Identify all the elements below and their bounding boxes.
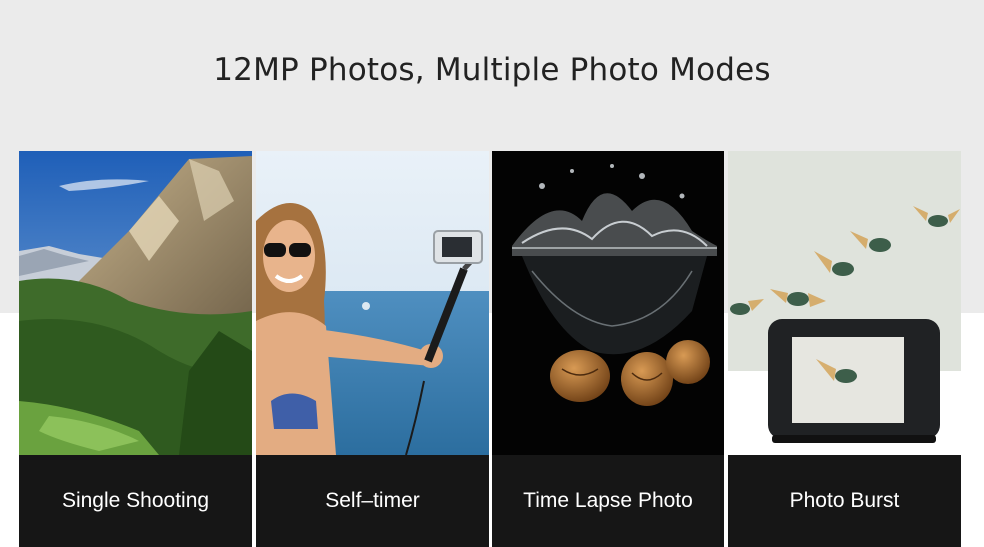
mountain-photo: [19, 151, 252, 455]
walnut-splash-photo: [492, 151, 724, 455]
selfie-photo: [256, 151, 489, 455]
page-title: 12MP Photos, Multiple Photo Modes: [213, 52, 771, 88]
mode-label-single-shooting: Single Shooting: [19, 455, 252, 547]
mode-label-photo-burst: Photo Burst: [728, 455, 961, 547]
mode-card-self-timer: Self–timer: [256, 151, 489, 547]
mode-label-time-lapse-photo: Time Lapse Photo: [492, 455, 724, 547]
mode-card-time-lapse-photo: Time Lapse Photo: [492, 151, 724, 547]
mode-card-photo-burst: Photo Burst: [728, 151, 961, 547]
beetle-burst-photo: [728, 151, 961, 455]
mode-card-single-shooting: Single Shooting: [19, 151, 252, 547]
mode-label-self-timer: Self–timer: [256, 455, 489, 547]
